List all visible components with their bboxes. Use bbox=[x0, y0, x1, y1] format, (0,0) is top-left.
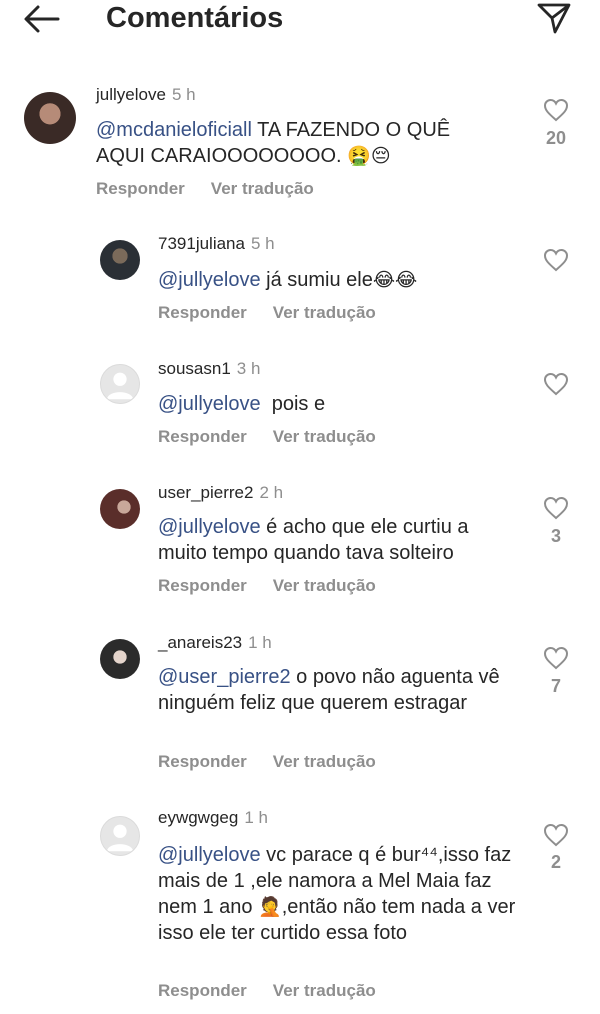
reply-item: eywgwgeg 1 h @jullyelove vc parace q é bu… bbox=[0, 806, 600, 1011]
heart-icon[interactable] bbox=[543, 248, 569, 272]
default-avatar-icon bbox=[106, 824, 134, 852]
comment-time: 3 h bbox=[236, 359, 261, 378]
page-title: Comentários bbox=[106, 2, 284, 34]
heart-icon[interactable] bbox=[543, 98, 569, 122]
reply-button[interactable]: Responder bbox=[96, 179, 185, 198]
comment-time: 5 h bbox=[250, 234, 275, 253]
comment-emoji: 🤦 bbox=[258, 896, 282, 918]
comment-username[interactable]: sousasn1 bbox=[158, 359, 231, 378]
comment-username[interactable]: 7391juliana bbox=[158, 234, 245, 253]
reply-item: 7391juliana 5 h @jullyelove já sumiu ele😂… bbox=[0, 230, 600, 340]
comment-time: 1 h bbox=[244, 808, 268, 827]
comment-time: 5 h bbox=[171, 85, 196, 104]
avatar[interactable] bbox=[100, 489, 140, 529]
translate-button[interactable]: Ver tradução bbox=[211, 179, 314, 198]
reply-button[interactable]: Responder bbox=[158, 303, 247, 322]
comment-mention[interactable]: @jullyelove bbox=[158, 269, 261, 291]
comment-text: @mcdanieloficiall TA FAZENDO O QUÊ AQUI … bbox=[96, 119, 451, 167]
translate-button[interactable]: Ver tradução bbox=[273, 427, 376, 446]
translate-button[interactable]: Ver tradução bbox=[273, 576, 376, 595]
default-avatar-icon bbox=[106, 372, 134, 400]
like-count: 3 bbox=[550, 526, 561, 546]
comment-time: 1 h bbox=[248, 633, 272, 652]
comment-text: @user_pierre2 o povo não aguenta vê ning… bbox=[158, 666, 500, 714]
comment-mention[interactable]: @jullyelove bbox=[158, 393, 261, 415]
reply-button[interactable]: Responder bbox=[158, 981, 247, 1000]
comment-text: @jullyelove é acho que ele curtiu a muit… bbox=[158, 516, 469, 564]
comment-text: @jullyelove vc parace q é bur⁴⁴,isso faz… bbox=[158, 844, 516, 944]
arrow-left-icon[interactable] bbox=[22, 4, 60, 34]
reply-item: _anareis23 1 h @user_pierre2 o povo não a… bbox=[0, 629, 600, 779]
comment-username[interactable]: eywgwgeg bbox=[158, 808, 238, 827]
translate-button[interactable]: Ver tradução bbox=[273, 303, 376, 322]
comment-text: @jullyelove já sumiu ele😂😂 bbox=[158, 269, 418, 291]
heart-icon[interactable] bbox=[543, 372, 569, 396]
paper-plane-icon[interactable] bbox=[536, 2, 572, 34]
comment-username[interactable]: jullyelove bbox=[96, 85, 166, 104]
avatar[interactable] bbox=[24, 92, 76, 144]
header: Comentários bbox=[0, 0, 600, 40]
avatar[interactable] bbox=[100, 364, 140, 404]
reply-button[interactable]: Responder bbox=[158, 752, 247, 771]
translate-button[interactable]: Ver tradução bbox=[273, 752, 376, 771]
comment-time: 2 h bbox=[259, 483, 284, 502]
reply-button[interactable]: Responder bbox=[158, 576, 247, 595]
translate-button[interactable]: Ver tradução bbox=[273, 981, 376, 1000]
avatar[interactable] bbox=[100, 816, 140, 856]
like-count: 7 bbox=[550, 676, 561, 696]
comment-mention[interactable]: @jullyelove bbox=[158, 516, 261, 538]
comment-emoji: 🤮😔 bbox=[347, 145, 391, 167]
comment-mention[interactable]: @jullyelove bbox=[158, 844, 261, 866]
comment-mention[interactable]: @mcdanieloficiall bbox=[96, 119, 252, 141]
heart-icon[interactable] bbox=[543, 823, 569, 847]
comment-mention[interactable]: @user_pierre2 bbox=[158, 666, 291, 688]
reply-item: sousasn1 3 h @jullyelove pois e Responder… bbox=[0, 354, 600, 464]
like-count: 2 bbox=[550, 852, 561, 872]
reply-item: user_pierre2 2 h @jullyelove é acho que e… bbox=[0, 479, 600, 609]
avatar[interactable] bbox=[100, 240, 140, 280]
like-count: 20 bbox=[545, 128, 567, 148]
reply-button[interactable]: Responder bbox=[158, 427, 247, 446]
comment-emoji: 😂😂 bbox=[372, 269, 418, 291]
heart-icon[interactable] bbox=[543, 646, 569, 670]
comment-item: jullyelove 5 h @mcdanieloficiall TA FAZEN… bbox=[0, 80, 600, 210]
avatar[interactable] bbox=[100, 639, 140, 679]
heart-icon[interactable] bbox=[543, 496, 569, 520]
comment-username[interactable]: _anareis23 bbox=[158, 633, 242, 652]
comment-text: @jullyelove pois e bbox=[158, 393, 326, 415]
comment-username[interactable]: user_pierre2 bbox=[158, 483, 253, 502]
